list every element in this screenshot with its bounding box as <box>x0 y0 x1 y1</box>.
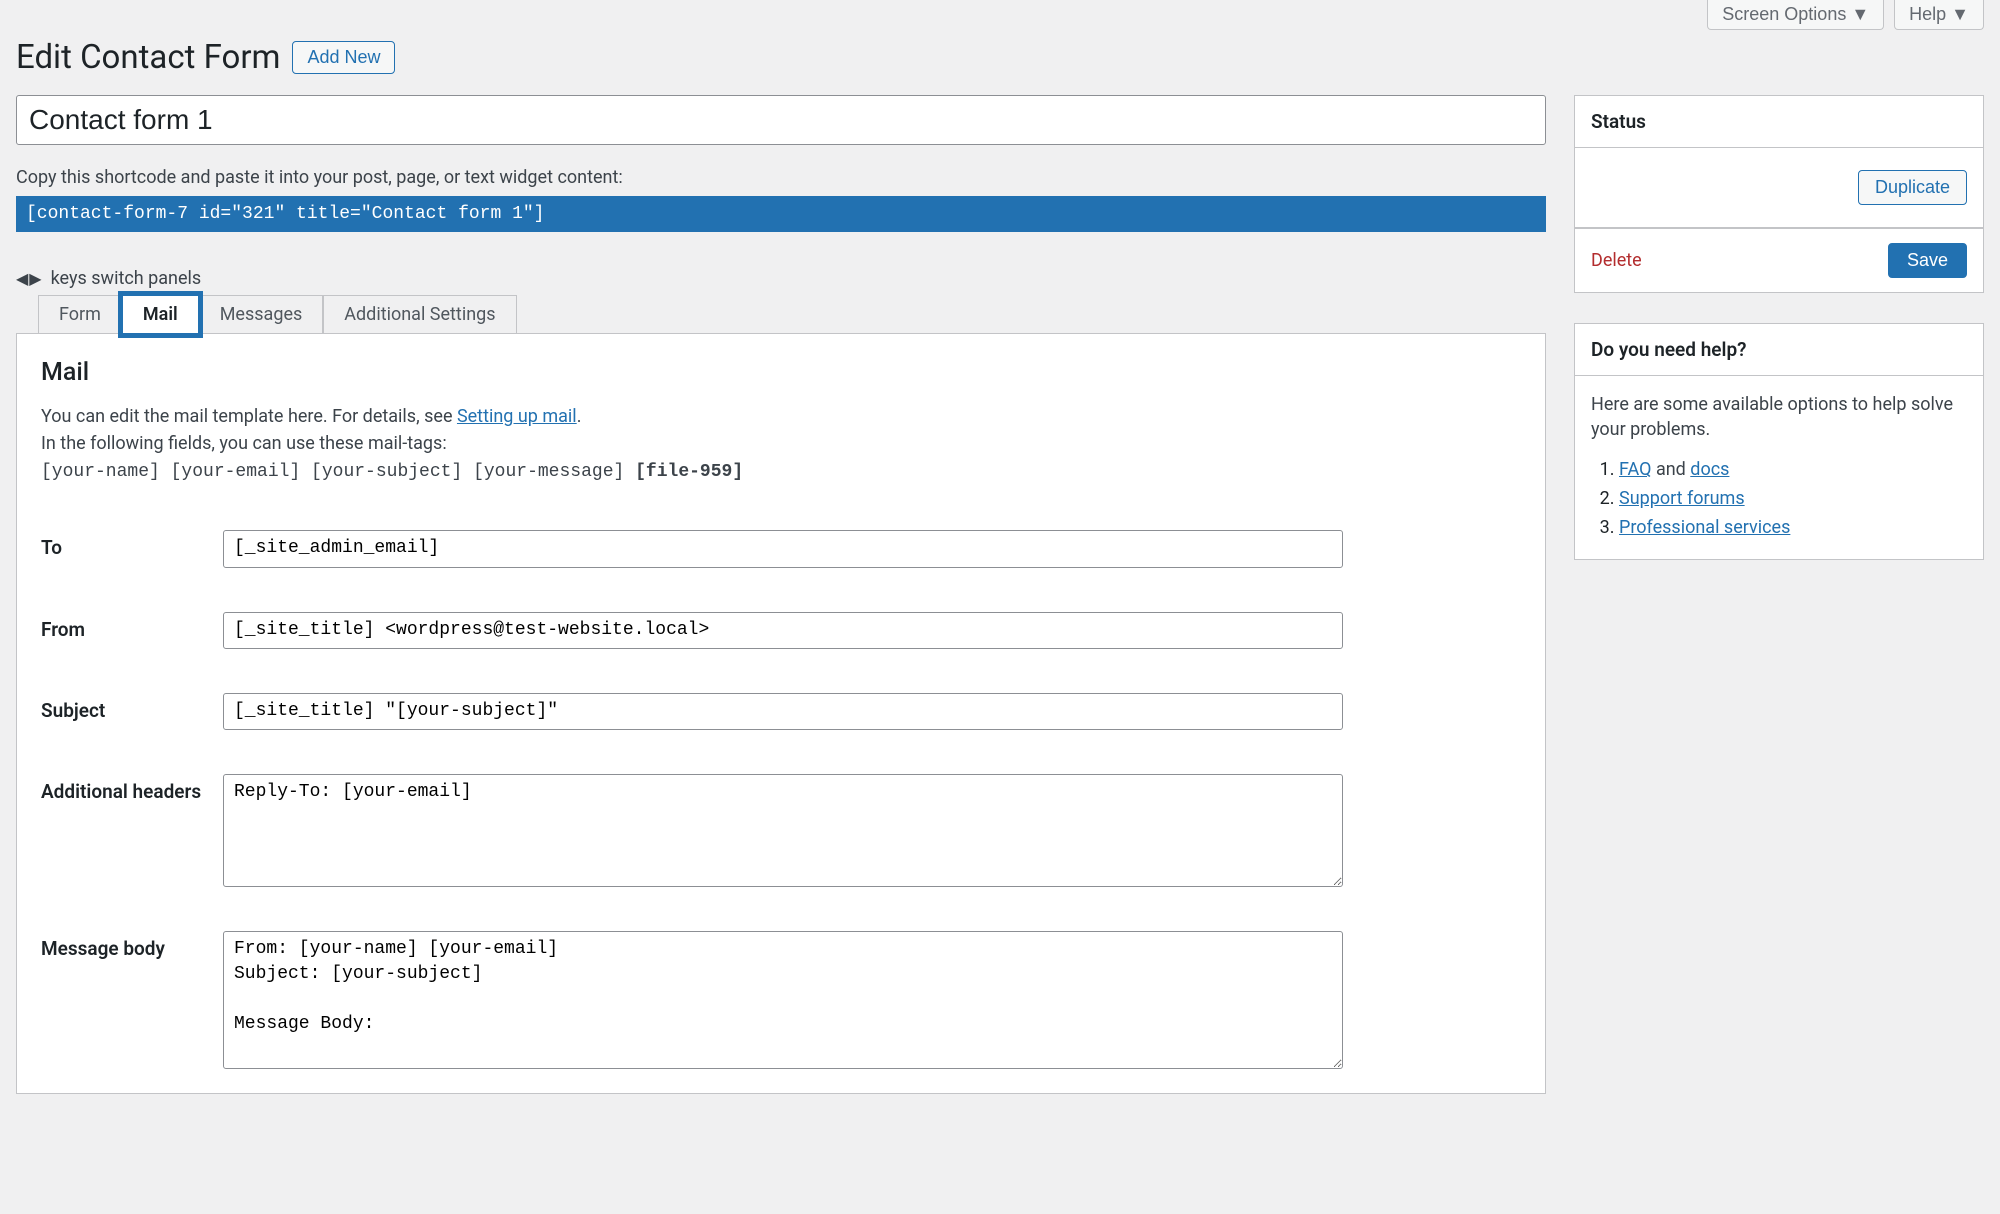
subject-label: Subject <box>41 693 211 722</box>
help-box: Do you need help? Here are some availabl… <box>1574 323 1984 560</box>
mail-panel: Mail You can edit the mail template here… <box>16 333 1546 1093</box>
add-new-button[interactable]: Add New <box>292 41 395 74</box>
mail-heading: Mail <box>41 358 1521 387</box>
tab-messages[interactable]: Messages <box>199 295 324 333</box>
message-body-label: Message body <box>41 931 211 960</box>
setting-up-mail-link[interactable]: Setting up mail <box>457 406 577 427</box>
mail-description: You can edit the mail template here. For… <box>41 403 1521 486</box>
shortcode-help-text: Copy this shortcode and paste it into yo… <box>16 167 1546 188</box>
tab-form[interactable]: Form <box>38 295 122 333</box>
help-text: Here are some available options to help … <box>1591 392 1967 442</box>
file-tag: [file-959] <box>635 462 743 482</box>
additional-headers-input[interactable]: Reply-To: [your-email] <box>223 774 1343 887</box>
duplicate-button[interactable]: Duplicate <box>1858 170 1967 205</box>
keyboard-hint-text: keys switch panels <box>51 268 202 289</box>
save-button[interactable]: Save <box>1888 243 1967 278</box>
message-body-input[interactable]: From: [your-name] [your-email] Subject: … <box>223 931 1343 1069</box>
additional-headers-label: Additional headers <box>41 774 211 803</box>
from-input[interactable] <box>223 612 1343 649</box>
tab-mail[interactable]: Mail <box>122 295 199 334</box>
delete-link[interactable]: Delete <box>1591 250 1642 271</box>
help-list: FAQ and docs Support forums Professional… <box>1591 456 1967 542</box>
tab-additional-settings[interactable]: Additional Settings <box>323 295 516 333</box>
to-input[interactable] <box>223 530 1343 567</box>
from-label: From <box>41 612 211 641</box>
page-title: Edit Contact Form <box>16 38 280 77</box>
shortcode-box[interactable]: [contact-form-7 id="321" title="Contact … <box>16 196 1546 232</box>
arrow-icons: ◀▶ <box>16 269 43 288</box>
docs-link[interactable]: docs <box>1690 459 1729 480</box>
screen-options-button[interactable]: Screen Options ▼ <box>1707 0 1884 30</box>
mail-tags-line: [your-name] [your-email] [your-subject] … <box>41 459 1521 486</box>
subject-input[interactable] <box>223 693 1343 730</box>
help-button[interactable]: Help ▼ <box>1894 0 1984 30</box>
to-label: To <box>41 530 211 559</box>
keyboard-hint: ◀▶ keys switch panels <box>16 268 1546 289</box>
support-forums-link[interactable]: Support forums <box>1619 488 1745 509</box>
professional-services-link[interactable]: Professional services <box>1619 517 1790 538</box>
faq-link[interactable]: FAQ <box>1619 459 1651 480</box>
tabs-container: Form Mail Messages Additional Settings <box>38 295 1546 333</box>
help-title: Do you need help? <box>1575 324 1983 376</box>
status-box: Status Duplicate Delete Save <box>1574 95 1984 293</box>
form-title-input[interactable] <box>16 95 1546 145</box>
status-title: Status <box>1575 96 1983 148</box>
